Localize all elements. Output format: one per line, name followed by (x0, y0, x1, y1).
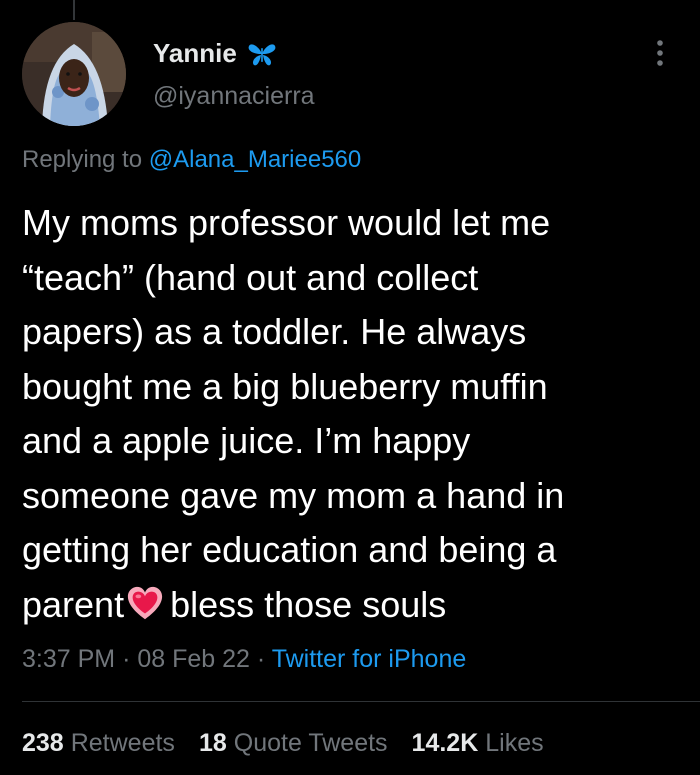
meta-separator: · (122, 645, 131, 673)
butterfly-icon (248, 43, 276, 65)
more-options-icon[interactable] (650, 36, 670, 70)
tweet-line: getting her education and being a (22, 529, 557, 570)
divider (22, 701, 700, 702)
tweet-stats: 238 Retweets 18 Quote Tweets 14.2K Likes (22, 729, 544, 758)
likes-stat[interactable]: 14.2K Likes (412, 729, 544, 758)
quote-tweets-stat[interactable]: 18 Quote Tweets (199, 729, 388, 758)
meta-separator: · (256, 645, 266, 673)
replying-to-label: Replying to (22, 146, 143, 173)
user-name-row[interactable]: Yannie (153, 38, 277, 69)
likes-count: 14.2K (411, 729, 479, 757)
tweet-line: “teach” (hand out and collect (22, 256, 479, 298)
tweet-metadata: 3:37 PM · 08 Feb 22 · Twitter for iPhone (22, 645, 466, 674)
tweet-line: papers) as a toddler. He always (22, 311, 527, 352)
retweets-count: 238 (22, 729, 64, 757)
retweets-label: Retweets (70, 729, 175, 757)
quote-tweets-label: Quote Tweets (233, 729, 388, 757)
tweet-last-line: parent bless those souls (22, 578, 682, 633)
likes-label: Likes (485, 729, 544, 757)
tweet-time[interactable]: 3:37 PM (22, 645, 115, 673)
retweets-stat[interactable]: 238 Retweets (22, 729, 175, 758)
tweet-line: and a apple juice. I’m happy (22, 420, 471, 461)
user-handle[interactable]: @iyannacierra (153, 82, 315, 111)
replying-to: Replying to @Alana_Mariee560 (22, 146, 361, 174)
tweet-source-link[interactable]: Twitter for iPhone (272, 645, 467, 673)
tweet-line: My moms professor would let me (22, 202, 551, 243)
reply-mention-link[interactable]: @Alana_Mariee560 (149, 146, 362, 173)
avatar-image (22, 22, 126, 126)
tweet-line: someone gave my mom a hand in (22, 474, 565, 516)
heart-emoji-icon (127, 586, 163, 619)
thread-connector-line (73, 0, 75, 20)
quote-tweets-count: 18 (198, 729, 227, 757)
display-name[interactable]: Yannie (153, 38, 237, 69)
tweet-line: bought me a big blueberry muffin (22, 365, 548, 407)
tweet-date[interactable]: 08 Feb 22 (137, 645, 250, 673)
tweet-text-before-emoji: parent (22, 583, 125, 625)
tweet-text: My moms professor would let me “teach” (… (22, 196, 682, 632)
tweet-text-after-emoji: bless those souls (170, 583, 447, 625)
avatar[interactable] (22, 22, 126, 126)
